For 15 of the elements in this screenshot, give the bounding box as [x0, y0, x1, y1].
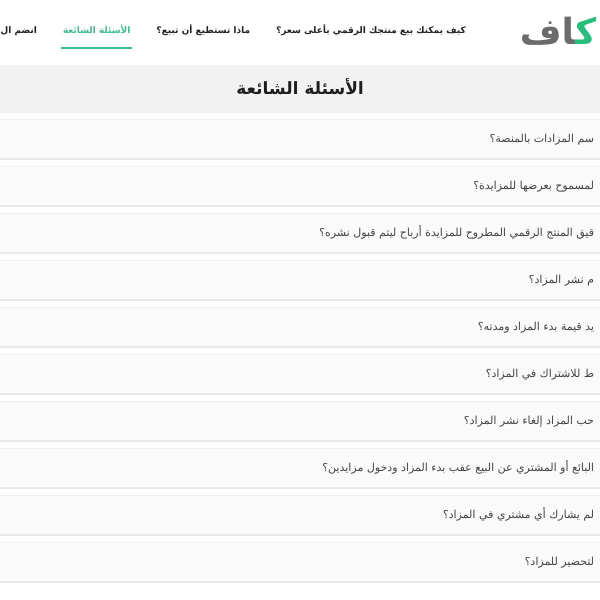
nav-link[interactable]: ماذا تستطيع أن تبيع؟	[154, 16, 252, 49]
page-heading: الأسئلة الشائعة	[236, 78, 364, 100]
faq-question[interactable]: لم يشارك أي مشتري في المزاد؟	[0, 495, 600, 536]
faq-question[interactable]: البائع أو المشتري عن البيع عقب بدء المزاد ودخول مزايدين؟	[0, 448, 600, 489]
logo[interactable]: كاف	[520, 12, 596, 52]
faq-question[interactable]: قيق المنتج الرقمي المطروح للمزايدة أرباح ليتم قبول نشره؟	[0, 213, 600, 254]
faq-question[interactable]: لمسموح بعرضها للمزايدة؟	[0, 166, 600, 207]
faq-question[interactable]: يد قيمة بدء المزاد ومدته؟	[0, 307, 600, 348]
faq-question[interactable]: م نشر المزاد؟	[0, 260, 600, 301]
nav-link[interactable]: كيف يمكنك بيع منتجك الرقمي بأعلى سعر؟	[274, 16, 468, 49]
faq-question[interactable]: ط للاشتراك في المزاد؟	[0, 354, 600, 395]
faq-question[interactable]: سم المزادات بالمنصة؟	[0, 119, 600, 160]
faq-question[interactable]: لتحضير للمزاد؟	[0, 542, 600, 583]
faq-question[interactable]: حب المزاد إلغاء نشر المزاد؟	[0, 401, 600, 442]
nav-link[interactable]: انضم ال	[0, 16, 39, 49]
